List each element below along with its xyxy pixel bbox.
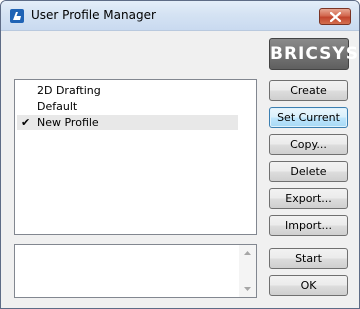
dialog-window: User Profile Manager BRICSYS 2D Drafting… (0, 0, 360, 309)
title-bar[interactable]: User Profile Manager (1, 1, 359, 31)
set-current-button[interactable]: Set Current (269, 107, 348, 128)
scroll-down-arrow-icon[interactable] (244, 287, 251, 291)
scroll-up-arrow-icon[interactable] (244, 251, 251, 255)
list-item-new-profile[interactable]: ✔ New Profile (17, 115, 238, 130)
ok-button[interactable]: OK (269, 275, 348, 296)
vertical-scrollbar[interactable] (239, 245, 256, 297)
export-button[interactable]: Export... (269, 188, 348, 209)
delete-button[interactable]: Delete (269, 161, 348, 182)
check-icon: ✔ (21, 116, 31, 129)
profile-label: 2D Drafting (37, 84, 101, 97)
bricsys-logo: BRICSYS (269, 38, 358, 70)
profile-list[interactable]: 2D Drafting Default ✔ New Profile (14, 79, 257, 235)
list-item-default[interactable]: Default (17, 99, 238, 114)
profile-label: New Profile (37, 116, 99, 129)
profile-label: Default (37, 100, 78, 113)
close-button[interactable] (319, 8, 351, 25)
close-icon (330, 12, 341, 22)
import-button[interactable]: Import... (269, 215, 348, 236)
create-button[interactable]: Create (269, 80, 348, 101)
list-item-2d-drafting[interactable]: 2D Drafting (17, 83, 238, 98)
window-title: User Profile Manager (31, 8, 156, 22)
start-button[interactable]: Start (269, 248, 348, 269)
copy-button[interactable]: Copy... (269, 134, 348, 155)
profile-description-box[interactable] (14, 244, 257, 298)
bricscad-icon (10, 9, 24, 23)
